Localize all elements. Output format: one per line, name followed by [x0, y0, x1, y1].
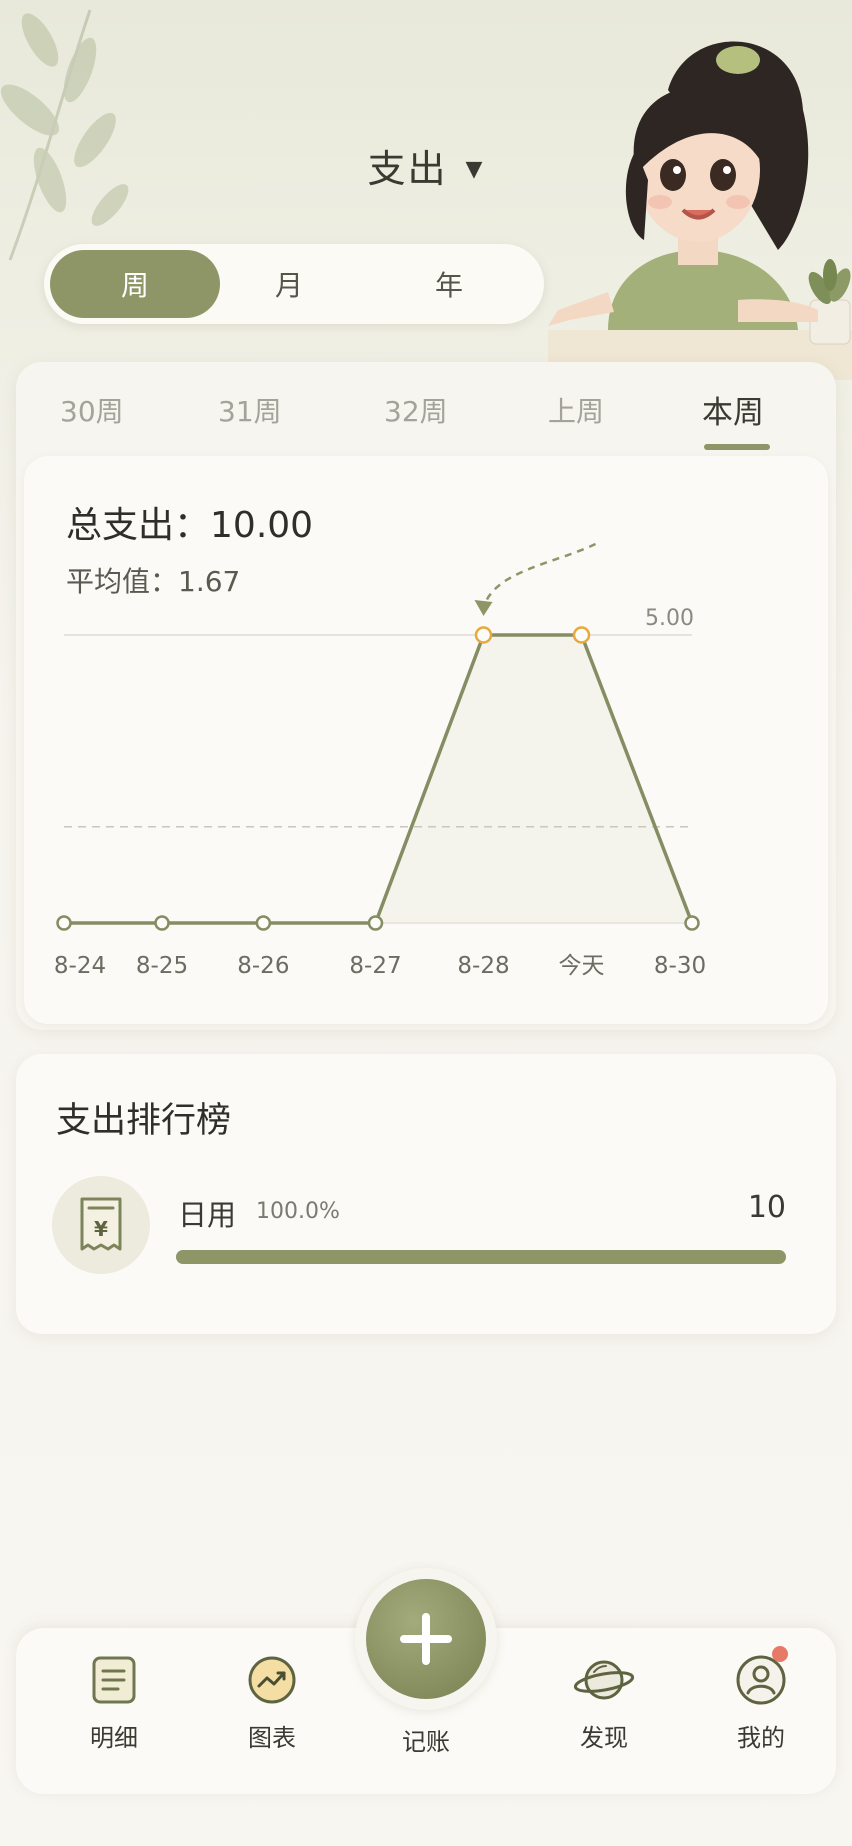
period-tab-week[interactable]: 周 [50, 250, 220, 318]
list-icon [92, 1656, 136, 1704]
plus-icon [400, 1613, 452, 1665]
chart-x-label-8-26: 8-26 [237, 953, 289, 979]
chart-x-label-8-24: 8-24 [54, 953, 106, 979]
expense-overview-card: 30周 31周 32周 上周 本周 总支出：10.00 平均值：1.67 5.0… [16, 362, 836, 1030]
chart-hint-arrow [482, 542, 597, 609]
nav-label-charts: 图表 [248, 1724, 296, 1752]
ranking-progress-bar [176, 1250, 786, 1264]
tab-week-31[interactable]: 31周 [218, 390, 282, 430]
line-chart-card: 总支出：10.00 平均值：1.67 5.00 8-24 8-25 8-26 8-27 8… [24, 456, 828, 1024]
receipt-yen-icon: ¥ [52, 1176, 150, 1274]
expense-line-chart: 5.00 8-24 8-25 8-26 8-27 8-28 今天 8-30 [54, 542, 706, 979]
tab-week-32[interactable]: 32周 [384, 390, 448, 430]
page-title-text: 支出 [367, 147, 448, 191]
nav-item-add-record[interactable]: 记账 [366, 1710, 486, 1757]
nav-label-profile: 我的 [737, 1724, 785, 1752]
nav-label-discover: 发现 [580, 1724, 628, 1752]
leaf-decoration [0, 9, 129, 261]
chart-point-8-30 [684, 915, 700, 931]
nav-item-charts[interactable]: 图表 [212, 1654, 332, 1753]
add-record-button-ring [355, 1568, 497, 1710]
nav-label-add-record: 记账 [402, 1728, 450, 1756]
chart-point-8-28 [474, 626, 493, 644]
mascot-illustration [548, 41, 852, 380]
chart-x-label-8-28: 8-28 [457, 953, 509, 979]
chart-x-label-8-25: 8-25 [136, 953, 188, 979]
chart-point-8-27 [367, 915, 384, 931]
ranking-progress-fill [176, 1250, 786, 1264]
tab-last-week[interactable]: 上周 [548, 390, 604, 430]
ranking-item-amount: 10 [747, 1190, 786, 1225]
chart-point-8-26 [255, 915, 272, 931]
chart-icon [248, 1656, 296, 1704]
nav-item-details[interactable]: 明细 [54, 1654, 174, 1753]
ranking-item-percent: 100.0% [256, 1199, 340, 1224]
chart-max-label: 5.00 [645, 606, 694, 631]
chart-hint-arrowhead [474, 600, 493, 616]
chart-x-label-今天: 今天 [559, 953, 605, 979]
add-record-button[interactable] [366, 1579, 486, 1699]
plant-icon [808, 259, 851, 345]
planet-icon [573, 1660, 635, 1700]
nav-item-discover[interactable]: 发现 [544, 1654, 664, 1753]
week-tabs: 30周 31周 32周 上周 本周 [16, 362, 836, 452]
tab-this-week[interactable]: 本周 [702, 387, 764, 432]
ranking-title: 支出排行榜 [56, 1101, 232, 1141]
svg-text:¥: ¥ [94, 1217, 108, 1241]
period-tab-month[interactable]: 月 [204, 250, 374, 318]
chevron-down-icon: ▼ [465, 157, 485, 182]
chart-point-8-25 [154, 915, 170, 931]
chart-point-今天 [572, 626, 591, 644]
chart-x-label-8-27: 8-27 [349, 953, 401, 979]
chart-x-label-8-30: 8-30 [654, 953, 706, 979]
expense-ranking-card: 支出排行榜 ¥ 日用 100.0% 10 [16, 1054, 836, 1334]
nav-label-details: 明细 [90, 1724, 138, 1752]
ranking-item-name: 日用 [178, 1198, 237, 1232]
chart-point-8-24 [56, 915, 72, 931]
active-tab-indicator [704, 444, 770, 450]
period-tab-year[interactable]: 年 [364, 250, 534, 318]
tab-week-30[interactable]: 30周 [60, 390, 124, 430]
period-segmented-control: 周 月 年 [44, 244, 544, 324]
nav-item-profile[interactable]: 我的 [701, 1654, 821, 1753]
notification-badge [772, 1646, 788, 1662]
